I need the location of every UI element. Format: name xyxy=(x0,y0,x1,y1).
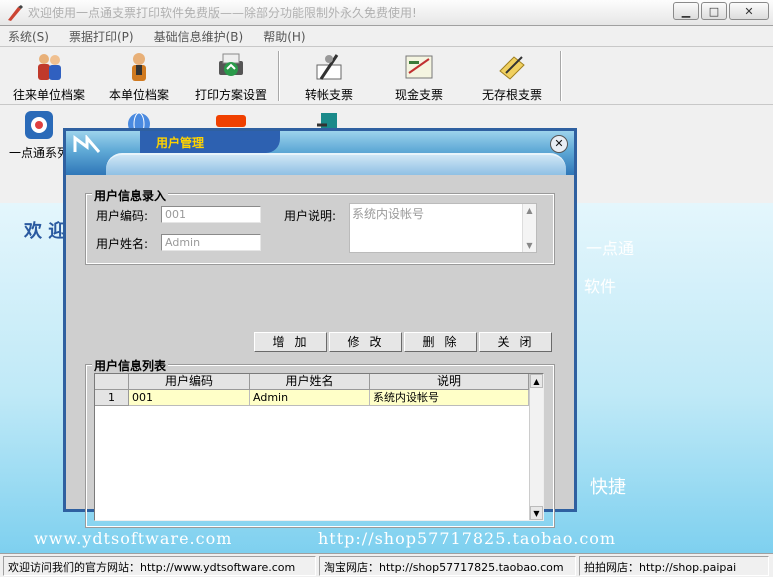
bg-url-left: www.ydtsoftware.com xyxy=(34,529,233,548)
dialog-title-bar[interactable]: 用户管理 ✕ xyxy=(66,131,574,175)
bg-text-fast: 快捷 xyxy=(590,477,626,498)
col-header-desc[interactable]: 说明 xyxy=(370,374,529,390)
series-icon xyxy=(25,111,53,139)
print-settings-icon xyxy=(219,53,243,76)
user-management-dialog: 用户管理 ✕ 用户信息录入 用户编码: 001 用户姓名: Admin 用户说明… xyxy=(63,128,577,528)
toolbar-partners-button[interactable]: 往来单位档案 xyxy=(10,51,88,103)
bg-text-ydt: 一点通 xyxy=(586,239,635,258)
dialog-title: 用户管理 xyxy=(140,131,280,153)
dialog-close-icon[interactable]: ✕ xyxy=(550,135,568,153)
people-icon xyxy=(38,54,61,80)
menu-basic-info[interactable]: 基础信息维护(B) xyxy=(154,28,244,45)
transfer-check-icon xyxy=(316,54,342,80)
col-header-name[interactable]: 用户姓名 xyxy=(250,374,370,390)
cell-name[interactable]: Admin xyxy=(250,390,370,406)
delete-button[interactable]: 删除 xyxy=(404,332,477,352)
app-pen-icon xyxy=(8,4,23,21)
cell-desc[interactable]: 系统内设帐号 xyxy=(370,390,529,406)
add-button[interactable]: 增加 xyxy=(254,332,327,352)
grid-scrollbar[interactable]: ▲ ▼ xyxy=(529,374,543,520)
menu-system[interactable]: 系统(S) xyxy=(8,28,49,45)
title-bar: 欢迎使用一点通支票打印软件免费版——除部分功能限制外永久免费使用! ▁ □ ✕ xyxy=(0,0,773,26)
user-code-label: 用户编码: xyxy=(96,209,149,223)
status-official-site: 欢迎访问我们的官方网站：http://www.ydtsoftware.com xyxy=(3,555,316,576)
bg-text-software: 软件 xyxy=(584,277,617,296)
scroll-down-icon[interactable]: ▼ xyxy=(523,239,536,252)
menu-help[interactable]: 帮助(H) xyxy=(263,28,305,45)
toolbar-print-settings-button[interactable]: 打印方案设置 xyxy=(192,51,270,103)
user-desc-label: 用户说明: xyxy=(284,209,337,223)
status-taobao-shop: 淘宝网店：http://shop57717825.taobao.com xyxy=(319,555,576,576)
user-code-input[interactable]: 001 xyxy=(161,206,261,223)
maximize-button[interactable]: □ xyxy=(701,2,727,20)
dialog-title-wave xyxy=(106,153,566,175)
close-window-button[interactable]: ✕ xyxy=(729,2,769,20)
edit-button[interactable]: 修改 xyxy=(329,332,402,352)
cash-check-icon xyxy=(405,55,433,79)
cell-code[interactable]: 001 xyxy=(129,390,250,406)
toolbar-own-unit-button[interactable]: 本单位档案 xyxy=(104,51,174,103)
toolbar-cash-check-button[interactable]: 现金支票 xyxy=(386,51,452,103)
list-group-label: 用户信息列表 xyxy=(92,357,169,374)
user-desc-textarea[interactable]: 系统内设帐号 ▲ ▼ xyxy=(349,203,537,253)
user-desc-text: 系统内设帐号 xyxy=(352,207,425,221)
menu-bar: 系统(S) 票据打印(P) 基础信息维护(B) 帮助(H) xyxy=(0,26,773,47)
welcome-text: 欢 迎 xyxy=(24,221,67,242)
grid-scroll-up-icon[interactable]: ▲ xyxy=(530,374,543,388)
row-number: 1 xyxy=(95,390,129,406)
dialog-logo-icon xyxy=(73,135,101,153)
menu-print[interactable]: 票据打印(P) xyxy=(69,28,134,45)
dialog-body: 用户信息录入 用户编码: 001 用户姓名: Admin 用户说明: 系统内设帐… xyxy=(66,175,574,528)
grid-corner xyxy=(95,374,129,390)
table-row[interactable]: 1 001 Admin 系统内设帐号 xyxy=(95,390,529,406)
status-paipai-shop: 拍拍网店：http://shop.paipai xyxy=(579,555,769,576)
stubless-check-icon xyxy=(499,56,525,80)
col-header-code[interactable]: 用户编码 xyxy=(129,374,250,390)
bg-url-right: http://shop57717825.taobao.com xyxy=(318,529,617,548)
person-icon xyxy=(132,53,146,81)
status-bar: 欢迎访问我们的官方网站：http://www.ydtsoftware.com 淘… xyxy=(0,553,773,577)
user-name-input[interactable]: Admin xyxy=(161,234,261,251)
window-title: 欢迎使用一点通支票打印软件免费版——除部分功能限制外永久免费使用! xyxy=(28,6,417,20)
toolbar-separator xyxy=(278,51,280,101)
minimize-button[interactable]: ▁ xyxy=(673,2,699,20)
close-button[interactable]: 关闭 xyxy=(479,332,552,352)
scroll-up-icon[interactable]: ▲ xyxy=(523,204,536,217)
entry-group-label: 用户信息录入 xyxy=(92,187,169,204)
toolbar-separator xyxy=(560,51,562,101)
user-list-grid[interactable]: 用户编码 用户姓名 说明 1 001 Admin 系统内设帐号 ▲ ▼ xyxy=(94,373,544,521)
grid-scroll-down-icon[interactable]: ▼ xyxy=(530,506,543,520)
toolbar-transfer-check-button[interactable]: 转帐支票 xyxy=(296,51,362,103)
user-name-label: 用户姓名: xyxy=(96,237,149,251)
toolbar: 往来单位档案 本单位档案 打印方案设置 转帐支票 现金支票 无存根支票 xyxy=(0,47,773,105)
desc-scrollbar[interactable]: ▲ ▼ xyxy=(522,204,536,252)
toolbar-stubless-check-button[interactable]: 无存根支票 xyxy=(476,51,548,103)
